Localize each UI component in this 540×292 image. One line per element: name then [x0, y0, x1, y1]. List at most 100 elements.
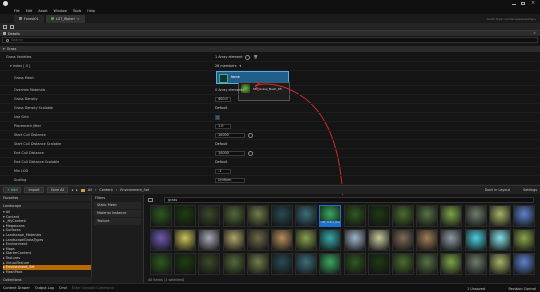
asset-thumbnail[interactable]: [343, 229, 366, 251]
asset-thumbnail[interactable]: [464, 229, 487, 251]
content-browser-toolbar: + Add Import Save All ◂ ▸ All › Content …: [0, 185, 540, 194]
breadcrumb-environment[interactable]: Environment_Set: [120, 188, 149, 192]
asset-thumbnail[interactable]: [319, 229, 342, 251]
dock-in-layout-button[interactable]: Dock in Layout: [485, 188, 510, 192]
asset-thumbnail[interactable]: [246, 205, 269, 227]
filter-item[interactable]: Static Mesh: [94, 202, 141, 209]
asset-thumbnail[interactable]: [222, 229, 245, 251]
start-cull-input[interactable]: 10000: [215, 132, 245, 138]
status-bar: Content Drawer Output Log Cmd Enter Cons…: [0, 283, 540, 292]
asset-thumbnail[interactable]: [367, 253, 390, 275]
end-cull-input[interactable]: 10000: [215, 150, 245, 156]
asset-thumbnail[interactable]: [367, 205, 390, 227]
asset-thumbnail[interactable]: [440, 229, 463, 251]
prop-override-materials: Override Materials 0 Array elements: [0, 86, 540, 95]
add-button[interactable]: + Add: [3, 187, 22, 193]
asset-thumbnail[interactable]: [392, 253, 414, 275]
asset-thumbnail[interactable]: [488, 205, 511, 227]
scaling-dropdown[interactable]: Uniform: [215, 177, 245, 183]
prop-end-cull-scalable: End Cull Distance Scalable Default: [0, 158, 540, 167]
asset-thumbnail[interactable]: [488, 229, 511, 251]
import-button[interactable]: Import: [24, 187, 44, 193]
reset-icon[interactable]: [248, 132, 253, 138]
asset-thumbnail[interactable]: [464, 205, 487, 227]
unsaved-indicator[interactable]: 1 Unsaved: [467, 287, 485, 291]
filter-icon[interactable]: [148, 198, 153, 202]
settings-button[interactable]: Settings: [523, 188, 537, 192]
asset-thumbnail[interactable]: [174, 253, 197, 275]
selected-asset-label: SM_Grass_Bush_05: [320, 221, 341, 226]
asset-thumbnail[interactable]: [343, 205, 366, 227]
cmd-dropdown[interactable]: Cmd: [59, 286, 67, 290]
asset-thumbnail[interactable]: [392, 205, 414, 227]
asset-thumbnail[interactable]: [513, 205, 535, 227]
use-grid-checkbox[interactable]: [215, 114, 220, 120]
asset-thumbnail[interactable]: [392, 229, 414, 251]
save-all-button[interactable]: Save All: [46, 187, 69, 193]
asset-thumbnail[interactable]: [150, 253, 172, 275]
asset-thumbnail[interactable]: [222, 205, 245, 227]
asset-thumbnail[interactable]: [416, 253, 439, 275]
asset-thumbnail[interactable]: [513, 253, 535, 275]
asset-thumbnail[interactable]: [440, 253, 463, 275]
folder-icon: [80, 188, 85, 192]
grass-density-input[interactable]: 400.0: [215, 96, 231, 102]
asset-thumbnail[interactable]: [198, 229, 221, 251]
prop-use-grid: Use Grid: [0, 113, 540, 122]
asset-thumbnail[interactable]: [174, 205, 197, 227]
asset-thumbnail[interactable]: [343, 253, 366, 275]
back-icon[interactable]: ◂: [71, 188, 73, 192]
asset-thumbnail[interactable]: [271, 229, 293, 251]
tree-item[interactable]: ▸ MeshPack: [3, 270, 91, 275]
breadcrumb-all[interactable]: All: [88, 188, 92, 192]
asset-thumbnail[interactable]: [198, 253, 221, 275]
landscape-header[interactable]: Landscape: [0, 203, 91, 209]
content-drawer-button[interactable]: Content Drawer: [3, 286, 30, 290]
asset-thumbnail[interactable]: [246, 253, 269, 275]
filters-title: Filters: [95, 196, 106, 200]
asset-thumbnail[interactable]: [319, 253, 342, 275]
asset-thumbnail[interactable]: SM_Grass_Bush_05: [319, 205, 342, 227]
breadcrumb-content[interactable]: Content: [99, 188, 113, 192]
asset-thumbnail[interactable]: [513, 229, 535, 251]
prop-end-cull-distance: End Cull Distance 10000: [0, 149, 540, 158]
asset-grid: grass SM_Grass_Bush_05 40 items (1 selec…: [144, 195, 540, 283]
asset-count: 40 items (1 selected): [148, 278, 185, 282]
favorites-header[interactable]: Favorites: [0, 195, 91, 201]
asset-thumbnail[interactable]: [416, 229, 439, 251]
filter-item[interactable]: Material Instance: [94, 210, 141, 217]
asset-thumbnail[interactable]: [271, 253, 293, 275]
revision-control[interactable]: Revision Control: [508, 287, 536, 291]
source-tree-panel: Favorites Landscape ▾ All ▾ Content ▸ _M…: [0, 195, 92, 283]
console-input[interactable]: Enter Console Command: [72, 286, 132, 290]
prop-grass-density: Grass Density 400.0: [0, 95, 540, 104]
forward-icon[interactable]: ▸: [76, 188, 78, 192]
prop-placement-jitter: Placement Jitter 1.0: [0, 122, 540, 131]
prop-start-cull-scalable: Start Cull Distance Scalable Default: [0, 140, 540, 149]
asset-thumbnail[interactable]: [150, 229, 172, 251]
asset-thumbnail[interactable]: [295, 229, 318, 251]
asset-thumbnail[interactable]: [464, 253, 487, 275]
prop-start-cull-distance: Start Cull Distance 10000: [0, 131, 540, 140]
asset-thumbnail[interactable]: [174, 229, 197, 251]
placement-jitter-input[interactable]: 1.0: [215, 123, 231, 129]
asset-thumbnail[interactable]: [440, 205, 463, 227]
asset-thumbnail[interactable]: [150, 205, 172, 227]
asset-search-text[interactable]: grass: [168, 198, 177, 202]
prop-min-lod: Min LOD -1: [0, 167, 540, 176]
filter-item[interactable]: Texture: [94, 218, 141, 225]
asset-thumbnail[interactable]: [416, 205, 439, 227]
asset-search-bar[interactable]: grass: [164, 197, 534, 203]
asset-thumbnail[interactable]: [295, 205, 318, 227]
asset-thumbnail[interactable]: [367, 229, 390, 251]
min-lod-input[interactable]: -1: [215, 168, 231, 174]
asset-thumbnail[interactable]: [198, 205, 221, 227]
asset-thumbnail[interactable]: [295, 253, 318, 275]
asset-thumbnail[interactable]: [222, 253, 245, 275]
asset-thumbnail[interactable]: [488, 253, 511, 275]
asset-thumbnail[interactable]: [271, 205, 293, 227]
breadcrumb-sep: ›: [94, 188, 97, 192]
reset-icon[interactable]: [248, 150, 253, 156]
asset-thumbnail[interactable]: [246, 229, 269, 251]
output-log-button[interactable]: Output Log: [35, 286, 54, 290]
